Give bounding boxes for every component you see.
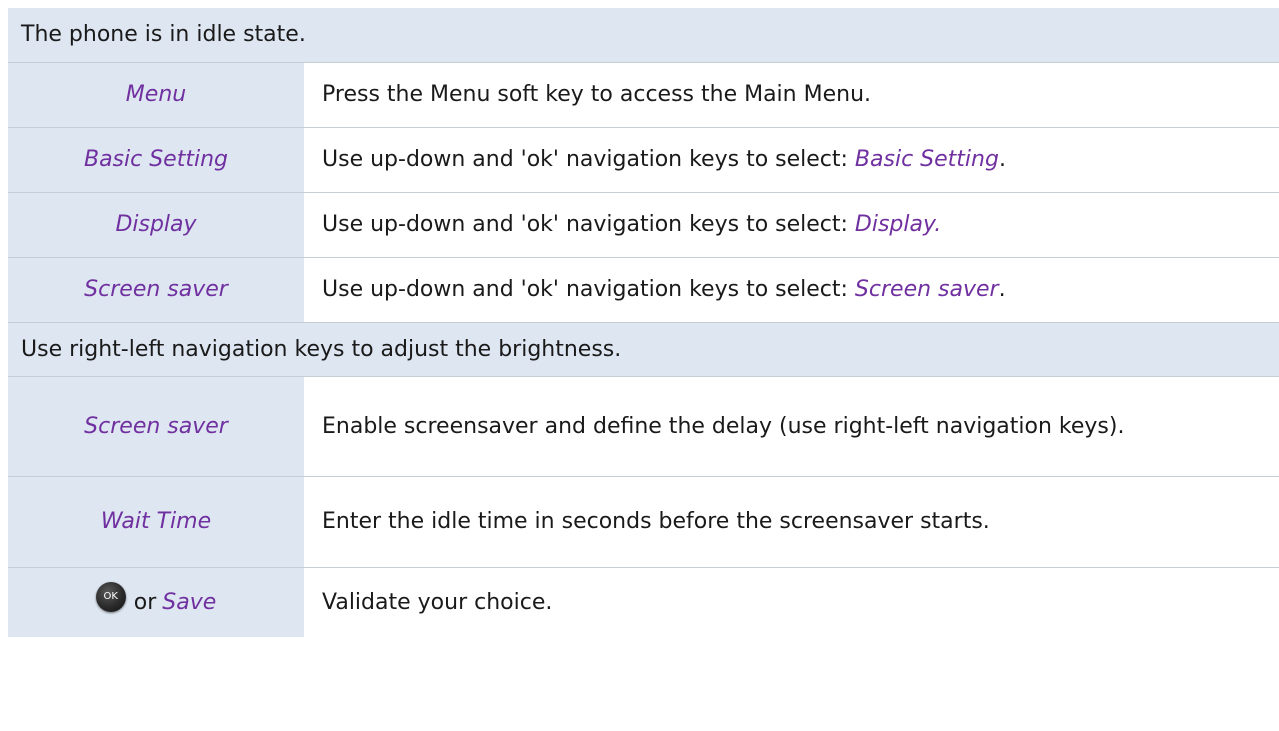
desc-suffix: . [998,277,1006,302]
step-label-text: Wait Time [100,509,212,534]
instruction-table: The phone is in idle state. Menu Press t… [8,8,1279,637]
step-description: Press the Menu soft key to access the Ma… [304,78,1279,112]
desc-suffix: . [998,147,1006,172]
desc-ref: Basic Setting [854,147,999,172]
or-text: or [133,589,157,615]
step-label-text: Display [115,212,197,237]
table-row-idle-state: The phone is in idle state. [8,8,1279,63]
desc-ref: Screen saver [854,277,999,302]
step-description: Use up-down and 'ok' navigation keys to … [304,208,1279,242]
desc-prefix: Use up-down and 'ok' navigation keys to … [322,277,855,302]
step-label-text: Basic Setting [83,147,228,172]
table-row-basic-setting: Basic Setting Use up-down and 'ok' navig… [8,128,1279,193]
step-description-text: Enable screensaver and define the delay … [322,413,1125,439]
step-label: Wait Time [8,477,304,567]
step-label-text: Screen saver [84,413,228,439]
desc-ref: Display. [854,212,942,237]
step-label-text: Menu [125,82,187,107]
table-row-screen-saver: Screen saver Use up-down and 'ok' naviga… [8,258,1279,323]
step-label: Screen saver [8,258,304,322]
table-row-menu: Menu Press the Menu soft key to access t… [8,63,1279,128]
row-text: Use right-left navigation keys to adjust… [21,336,622,362]
desc-prefix: Use up-down and 'ok' navigation keys to … [322,147,855,172]
step-description: Enable screensaver and define the delay … [304,410,1279,444]
table-row-brightness: Use right-left navigation keys to adjust… [8,323,1279,377]
step-description: Enter the idle time in seconds before th… [304,505,1279,539]
step-label: Display [8,193,304,257]
step-label-text: Screen saver [84,277,228,302]
row-text: The phone is in idle state. [21,22,306,47]
table-row-display: Display Use up-down and 'ok' navigation … [8,193,1279,258]
table-row-screensaver-enable: Screen saver Enable screensaver and defi… [8,377,1279,477]
step-label: OK or Save [8,568,304,637]
step-description: Validate your choice. [304,586,1279,620]
desc-prefix: Use up-down and 'ok' navigation keys to … [322,212,855,237]
step-description: Use up-down and 'ok' navigation keys to … [304,143,1279,177]
step-description-text: Validate your choice. [322,589,553,615]
step-label-text: Save [162,589,217,615]
step-description-text: Enter the idle time in seconds before th… [322,509,990,534]
step-label: Menu [8,63,304,127]
step-description: Use up-down and 'ok' navigation keys to … [304,273,1279,307]
step-label: Basic Setting [8,128,304,192]
step-description-text: Press the Menu soft key to access the Ma… [322,82,872,107]
ok-button-icon: OK [95,581,126,612]
table-row-save: OK or Save Validate your choice. [8,568,1279,637]
table-row-wait-time: Wait Time Enter the idle time in seconds… [8,477,1279,568]
step-label: Screen saver [8,377,304,476]
